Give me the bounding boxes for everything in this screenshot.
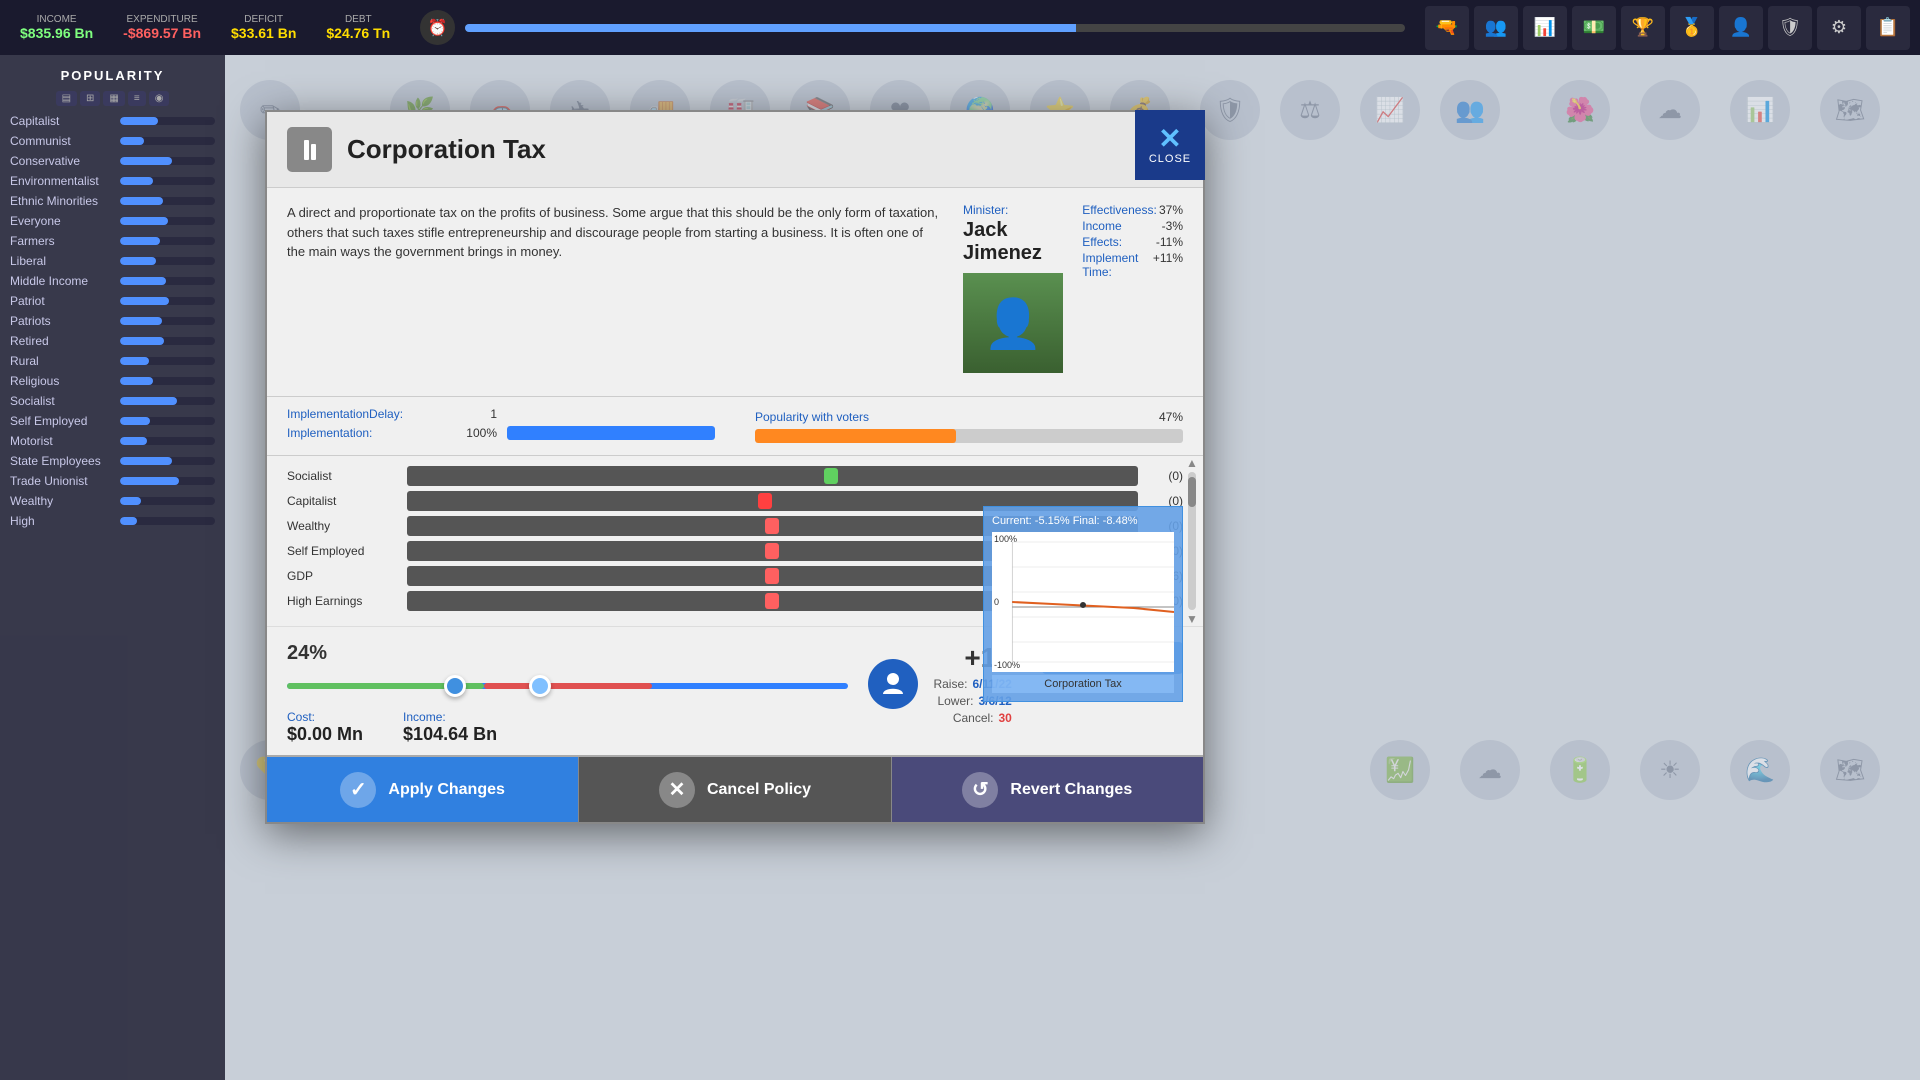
minister-label: Minister: (963, 203, 1072, 217)
minister-name: Jack Jimenez (963, 219, 1072, 265)
effects-value: -11% (1156, 235, 1183, 249)
cost-label: Cost: (287, 710, 363, 724)
voter-bar (407, 466, 1138, 486)
impl-delay-label: ImplementationDelay: (287, 407, 437, 421)
implementation-section: ImplementationDelay: 1 Implementation: 1… (267, 397, 1203, 456)
tooltip-chart: 100% 0 -100% (992, 532, 1174, 672)
impl-row: Implementation: 100% (287, 426, 715, 440)
cost-income-row: Cost: $0.00 Mn Income: $104.64 Bn (287, 710, 848, 745)
minister-panel: Minister: Jack Jimenez 👤 Effectiveness: … (963, 203, 1183, 381)
apply-icon: ✓ (340, 772, 376, 808)
modal-overlay: Corporation Tax ✕ CLOSE A direct and pro… (0, 0, 1920, 1080)
voter-indicator (765, 568, 779, 584)
modal-body: A direct and proportionate tax on the pr… (267, 188, 1203, 397)
impl-label: Implementation: (287, 426, 437, 440)
popularity-value: 47% (1159, 410, 1183, 424)
scroll-thumb[interactable] (1188, 477, 1196, 507)
policy-icon (287, 127, 332, 172)
effects-row: Effects: -11% (1082, 235, 1183, 249)
cancel-policy-button[interactable]: ✕ Cancel Policy (579, 757, 891, 822)
close-label: CLOSE (1149, 153, 1191, 165)
voters-section: Socialist (0) Capitalist (0) Wealthy (0)… (267, 456, 1203, 626)
popularity-bar-container (755, 429, 1183, 443)
effects-label: Effects: (1082, 235, 1122, 249)
popularity-label: Popularity with voters (755, 410, 869, 424)
revert-changes-button[interactable]: ↺ Revert Changes (892, 757, 1203, 822)
slider-handle-main[interactable] (444, 675, 466, 697)
lower-label: Lower: (937, 694, 973, 708)
implement-time-value: +11% (1153, 251, 1183, 279)
impl-delay-row: ImplementationDelay: 1 (287, 407, 715, 421)
income-value2: $104.64 Bn (403, 724, 497, 745)
voter-label: Wealthy (287, 519, 397, 533)
effectiveness-label: Effectiveness: (1082, 203, 1156, 217)
scroll-down-arrow[interactable]: ▼ (1186, 612, 1198, 626)
close-x-icon: ✕ (1158, 125, 1181, 153)
apply-changes-button[interactable]: ✓ Apply Changes (267, 757, 579, 822)
income-label: Income (1082, 219, 1121, 233)
slider-track-red (484, 683, 652, 689)
tooltip-title: Current: -5.15% Final: -8.48% (992, 515, 1174, 527)
voter-count: (0) (1148, 469, 1183, 483)
income-label2: Income: (403, 710, 497, 724)
slider-handle-secondary[interactable] (529, 675, 551, 697)
slider-percent-label: 24% (287, 642, 848, 665)
revert-icon: ↺ (962, 772, 998, 808)
scroll-track (1188, 472, 1196, 610)
close-button[interactable]: ✕ CLOSE (1135, 110, 1205, 180)
voter-label: Self Employed (287, 544, 397, 558)
implement-time-row: Implement Time: +11% (1082, 251, 1183, 279)
voter-indicator (765, 543, 779, 559)
modal-header: Corporation Tax ✕ CLOSE (267, 112, 1203, 188)
tooltip-box: Current: -5.15% Final: -8.48% 100% 0 -10… (983, 506, 1183, 702)
effectiveness-row: Effectiveness: 37% (1082, 203, 1183, 217)
modal-title: Corporation Tax (347, 134, 546, 165)
corporation-tax-modal: Corporation Tax ✕ CLOSE A direct and pro… (265, 110, 1205, 824)
cost-item: Cost: $0.00 Mn (287, 710, 363, 745)
minister-avatar: 👤 (963, 273, 1063, 373)
action-buttons: ✓ Apply Changes ✕ Cancel Policy ↺ Revert… (267, 755, 1203, 822)
voter-label: High Earnings (287, 594, 397, 608)
voter-scrollbar: ▲ ▼ (1186, 456, 1198, 626)
income-row: Income -3% (1082, 219, 1183, 233)
impl-value: 100% (447, 426, 497, 440)
minister-stats: Effectiveness: 37% Income -3% Effects: -… (1082, 203, 1183, 279)
impl-bar-container (507, 426, 715, 440)
popularity-bar-fill (755, 429, 956, 443)
impl-bar-fill (507, 426, 715, 440)
voter-row-socialist: Socialist (0) (287, 466, 1183, 486)
voter-label: Capitalist (287, 494, 397, 508)
voter-indicator (765, 593, 779, 609)
voter-label: Socialist (287, 469, 397, 483)
vote-icon-circle (868, 659, 918, 709)
cancel-value: 30 (999, 711, 1012, 725)
impl-delay-value: 1 (447, 407, 497, 421)
cancel-policy-label: Cancel Policy (707, 781, 811, 799)
cancel-label: Cancel: (953, 711, 994, 725)
cancel-row: Cancel: 30 (953, 711, 1012, 725)
voter-indicator (758, 493, 772, 509)
cancel-icon: ✕ (659, 772, 695, 808)
effectiveness-value: 37% (1159, 203, 1183, 217)
voter-label: GDP (287, 569, 397, 583)
raise-label: Raise: (933, 677, 967, 691)
tooltip-policy-label: Corporation Tax (992, 675, 1174, 693)
income-value: -3% (1162, 219, 1183, 233)
revert-label: Revert Changes (1010, 781, 1132, 799)
income-item: Income: $104.64 Bn (403, 710, 497, 745)
voter-indicator (824, 468, 838, 484)
cost-value: $0.00 Mn (287, 724, 363, 745)
minister-avatar-img: 👤 (963, 273, 1063, 373)
scroll-up-arrow[interactable]: ▲ (1186, 456, 1198, 470)
slider-container[interactable] (287, 675, 848, 695)
policy-description: A direct and proportionate tax on the pr… (287, 203, 943, 381)
apply-label: Apply Changes (388, 781, 504, 799)
implement-time-label: Implement Time: (1082, 251, 1153, 279)
voter-indicator (765, 518, 779, 534)
